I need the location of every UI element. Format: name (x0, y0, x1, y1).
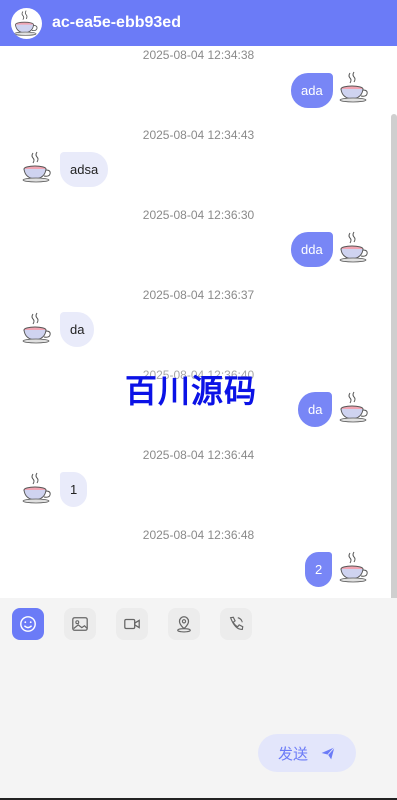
message-list[interactable]: 2025-08-04 12:34:38 ada 2025-08-04 12:34… (0, 46, 397, 598)
paper-plane-icon (321, 747, 335, 760)
send-label: 发送 (277, 744, 308, 763)
message-bubble-received[interactable]: 1 (60, 472, 88, 507)
teacup-icon (13, 10, 37, 36)
location-button[interactable] (168, 608, 200, 640)
video-button[interactable] (116, 608, 148, 640)
emoji-button[interactable] (12, 608, 44, 640)
location-icon (177, 616, 191, 633)
chat-header: ac-ea5e-ebb93ed (0, 0, 397, 46)
message-timestamp: 2025-08-04 12:36:48 (142, 528, 255, 542)
phone-icon (229, 616, 244, 630)
composer-toolbar (12, 608, 272, 640)
video-icon (124, 618, 140, 630)
message-timestamp: 2025-08-04 12:36:30 (142, 208, 255, 222)
send-button[interactable]: 发送 (258, 734, 356, 772)
message-bubble-received[interactable]: da (60, 312, 95, 347)
teacup-icon (22, 312, 51, 344)
composer-panel: 发送 (0, 598, 397, 798)
image-icon (72, 617, 88, 631)
message-timestamp: 2025-08-04 12:36:37 (142, 288, 255, 302)
message-bubble-sent[interactable]: 2 (305, 552, 333, 587)
watermark-text: 百川源码 (125, 372, 258, 410)
avatar[interactable] (11, 7, 42, 39)
teacup-icon (22, 472, 51, 504)
teacup-icon (339, 391, 368, 423)
phone-button[interactable] (220, 608, 252, 640)
message-bubble-sent[interactable]: ada (291, 73, 333, 108)
emoji-icon (20, 616, 36, 632)
chat-title: ac-ea5e-ebb93ed (52, 14, 181, 31)
message-timestamp: 2025-08-04 12:34:43 (142, 128, 255, 142)
scrollbar[interactable] (391, 114, 397, 598)
message-bubble-sent[interactable]: dda (291, 232, 333, 267)
teacup-icon (22, 151, 51, 183)
teacup-icon (339, 71, 368, 103)
teacup-icon (339, 231, 368, 263)
message-timestamp: 2025-08-04 12:36:44 (142, 448, 255, 462)
message-bubble-sent[interactable]: da (298, 392, 333, 427)
chat-app: ac-ea5e-ebb93ed 2025-08-04 12:34:38 ada … (0, 0, 397, 800)
message-timestamp: 2025-08-04 12:34:38 (142, 48, 255, 62)
teacup-icon (339, 551, 368, 583)
message-bubble-received[interactable]: adsa (60, 152, 109, 187)
image-button[interactable] (64, 608, 96, 640)
